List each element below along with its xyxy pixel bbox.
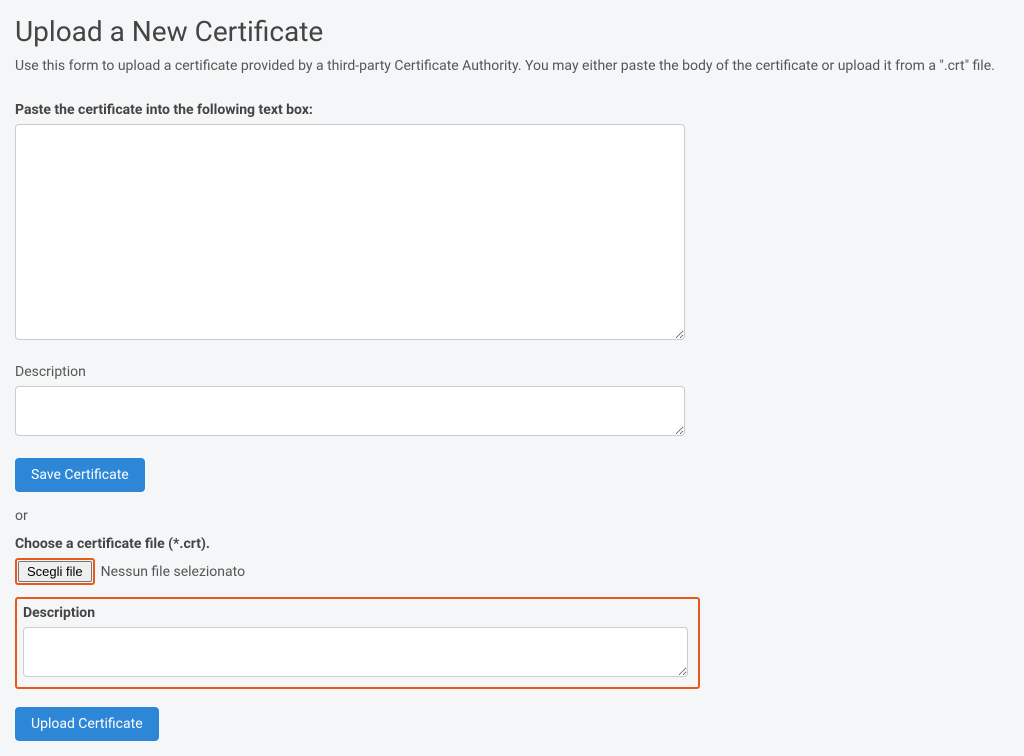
or-separator: or (15, 508, 1009, 524)
paste-description-textarea[interactable] (15, 386, 685, 436)
file-status-text: Nessun file selezionato (101, 564, 245, 580)
upload-description-textarea[interactable] (23, 627, 688, 677)
page-subtitle: Use this form to upload a certificate pr… (15, 58, 1009, 74)
paste-cert-textarea[interactable] (15, 124, 685, 340)
upload-description-label: Description (23, 605, 692, 621)
save-certificate-button[interactable]: Save Certificate (15, 458, 145, 492)
paste-description-label: Description (15, 364, 1009, 380)
choose-file-button[interactable]: Scegli file (18, 561, 92, 582)
page-title: Upload a New Certificate (15, 15, 1009, 48)
paste-cert-label: Paste the certificate into the following… (15, 102, 1009, 118)
upload-certificate-button[interactable]: Upload Certificate (15, 707, 159, 741)
choose-file-label: Choose a certificate file (*.crt). (15, 536, 1009, 552)
